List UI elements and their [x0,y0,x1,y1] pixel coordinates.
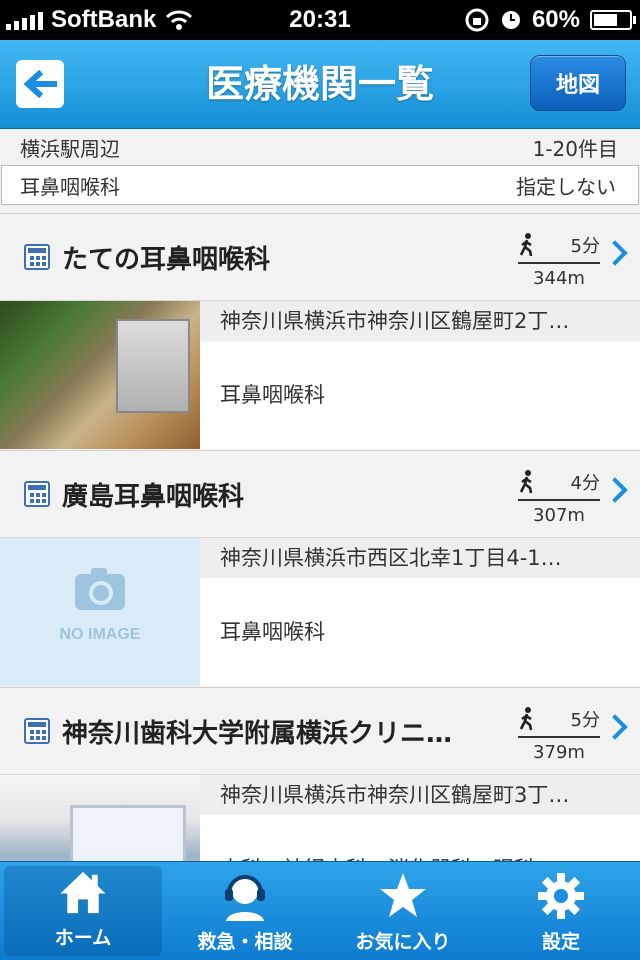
tab-label: 設定 [541,931,580,953]
filter-option: 指定しない [516,174,616,199]
status-bar: SoftBank 20:31 60% [0,0,640,40]
navigation-bar: 医療機関一覧 地図 [0,40,640,129]
facility-address: 神奈川県横浜市西区北幸1丁目4-1… [200,538,640,578]
tab-label: お気に入り [355,931,451,953]
facility-photo [0,301,200,449]
home-icon [60,871,106,914]
walking-person-icon [519,233,533,257]
distance: 344m [533,268,585,289]
facility-header[interactable]: 神奈川歯科大学附属横浜クリニ… 5分 379m [0,688,640,774]
chevron-right-icon [602,477,628,503]
camera-icon [75,568,125,610]
facility-departments: 耳鼻咽喉科 [200,578,640,686]
tab-bar: ホーム 救急・相談 お気に入り 設定 [0,861,640,960]
distance: 307m [533,505,585,526]
walk-time: 4分 [570,473,600,494]
tab-label: 救急・相談 [197,931,293,953]
distance-info: 5分 344m [518,232,600,289]
distance: 379m [533,742,585,763]
battery-icon [590,10,636,30]
area-label: 横浜駅周辺 [20,136,120,161]
facility-header[interactable]: たての耳鼻咽喉科 5分 344m [0,214,640,300]
star-icon [380,873,426,917]
department-filter[interactable]: 耳鼻咽喉科 指定しない [1,165,639,205]
tab-label: ホーム [54,927,112,949]
filter-department: 耳鼻咽喉科 [20,174,120,199]
facility-name: 神奈川歯科大学附属横浜クリニ… [62,718,453,749]
walking-person-icon [519,470,533,494]
chevron-right-icon [602,714,628,740]
facility-departments: 耳鼻咽喉科 [200,341,640,449]
walk-time: 5分 [570,236,600,257]
facility-address: 神奈川県横浜市神奈川区鶴屋町3丁… [200,775,640,815]
hospital-icon [24,718,50,744]
tab-home[interactable]: ホーム [4,866,162,956]
hospital-icon [24,481,50,507]
no-image-placeholder: NO IMAGE [0,538,200,686]
facility-item[interactable]: たての耳鼻咽喉科 5分 344m 神奈川県横浜市神奈川区鶴屋町2丁… 耳鼻咽喉科 [0,213,640,449]
map-button[interactable]: 地図 [530,55,626,111]
operator-icon [225,875,265,921]
facility-address: 神奈川県横浜市神奈川区鶴屋町2丁… [200,301,640,341]
hospital-icon [24,244,50,270]
facility-item[interactable]: 廣島耳鼻咽喉科 4分 307m NO IMAGE 神奈川県横浜市西区北幸1丁目4… [0,450,640,686]
walking-person-icon [519,707,533,731]
facility-list: たての耳鼻咽喉科 5分 344m 神奈川県横浜市神奈川区鶴屋町2丁… 耳鼻咽喉科 [0,213,640,923]
chevron-right-icon [602,240,628,266]
clock: 20:31 [289,6,351,33]
gear-icon [538,873,584,919]
walk-time: 5分 [570,710,600,731]
distance-info: 5分 379m [518,706,600,763]
distance-info: 4分 307m [518,469,600,526]
facility-name: 廣島耳鼻咽喉科 [62,481,245,512]
tab-favorites[interactable]: お気に入り [324,862,482,960]
search-summary: 横浜駅周辺 1-20件目 [0,129,640,165]
facility-header[interactable]: 廣島耳鼻咽喉科 4分 307m [0,451,640,537]
facility-name: たての耳鼻咽喉科 [62,244,271,275]
tab-settings[interactable]: 設定 [482,862,640,960]
result-range: 1-20件目 [532,136,618,161]
tab-emergency[interactable]: 救急・相談 [166,862,324,960]
no-image-label: NO IMAGE [59,626,141,643]
